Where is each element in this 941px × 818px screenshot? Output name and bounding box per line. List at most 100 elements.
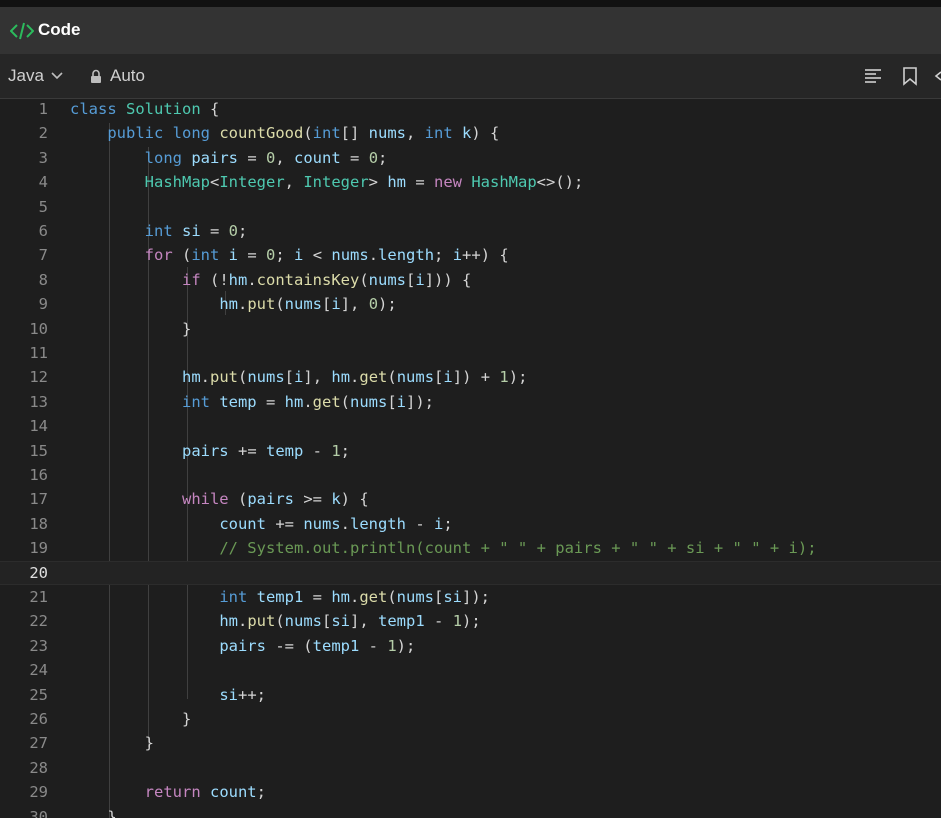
code-line[interactable]: 25 si++; xyxy=(0,683,941,707)
code-token: pairs xyxy=(247,490,294,509)
code-token: . xyxy=(368,246,379,265)
code-line[interactable]: 17 while (pairs >= k) { xyxy=(0,487,941,511)
code-line[interactable]: 6 int si = 0; xyxy=(0,219,941,243)
code-token: ) { xyxy=(340,490,369,509)
code-line[interactable]: 5 xyxy=(0,195,941,219)
code-text: int temp1 = hm.get(nums[si]); xyxy=(70,585,490,609)
code-line[interactable]: 16 xyxy=(0,463,941,487)
code-token: ], xyxy=(303,368,332,387)
language-select[interactable]: Java xyxy=(8,66,64,86)
line-number: 23 xyxy=(29,636,48,655)
code-line[interactable]: 23 pairs -= (temp1 - 1); xyxy=(0,634,941,658)
code-line[interactable]: 29 return count; xyxy=(0,780,941,804)
line-number: 7 xyxy=(38,246,48,265)
bookmark-icon[interactable] xyxy=(900,66,920,86)
code-token: = xyxy=(303,588,332,606)
code-token: = xyxy=(238,246,266,265)
code-token: k xyxy=(331,490,341,509)
code-line[interactable]: 7 for (int i = 0; i < nums.length; i++) … xyxy=(0,243,941,267)
line-number: 6 xyxy=(38,222,48,240)
code-token: . xyxy=(237,295,248,314)
code-token: ( xyxy=(275,612,285,631)
code-token: ); xyxy=(462,612,481,631)
code-line[interactable]: 15 pairs += temp - 1; xyxy=(0,439,941,463)
code-line[interactable]: 26 } xyxy=(0,707,941,731)
code-line[interactable]: 30 } xyxy=(0,805,941,818)
code-line[interactable]: 28 xyxy=(0,756,941,780)
line-number: 17 xyxy=(29,490,48,509)
code-token: += xyxy=(228,441,266,460)
code-editor[interactable]: 1 class Solution {2 public long countGood… xyxy=(0,99,941,818)
code-token: ); xyxy=(396,636,416,655)
code-line[interactable]: 19 // System.out.println(count + " " + p… xyxy=(0,536,941,560)
code-token: 1 xyxy=(452,612,463,631)
code-token: get xyxy=(312,392,341,411)
code-token: , xyxy=(275,148,295,167)
code-line[interactable]: 9 hm.put(nums[i], 0); xyxy=(0,292,941,316)
mode-label: Auto xyxy=(110,66,145,85)
code-token: [] xyxy=(340,124,369,143)
code-token: nums xyxy=(303,514,341,533)
code-line[interactable]: 13 int temp = hm.get(nums[i]); xyxy=(0,390,941,414)
code-token: ( xyxy=(387,368,397,387)
code-line[interactable]: 11 xyxy=(0,341,941,365)
line-number: 20 xyxy=(29,563,48,582)
code-token: i xyxy=(443,368,453,387)
code-token: count xyxy=(219,514,266,533)
code-line[interactable]: 4 HashMap<Integer, Integer> hm = new Has… xyxy=(0,170,941,194)
chevron-left-icon[interactable] xyxy=(933,66,941,86)
code-line[interactable]: 10 } xyxy=(0,317,941,341)
code-text: pairs -= (temp1 - 1); xyxy=(70,634,415,658)
code-token: ; xyxy=(275,246,295,265)
code-token: Integer xyxy=(219,173,285,192)
code-line[interactable]: 20 xyxy=(0,560,941,585)
line-number: 24 xyxy=(29,661,48,680)
code-token: . xyxy=(350,368,360,387)
lock-icon xyxy=(91,69,101,83)
code-token: ( xyxy=(340,392,350,411)
code-token: 0 xyxy=(368,295,379,314)
code-line[interactable]: 14 xyxy=(0,414,941,438)
code-text: int si = 0; xyxy=(70,219,248,243)
code-token: i xyxy=(452,246,463,265)
code-token: -= ( xyxy=(265,636,313,655)
code-line[interactable]: 8 if (!hm.containsKey(nums[i])) { xyxy=(0,268,941,292)
code-line[interactable]: 22 hm.put(nums[si], temp1 - 1); xyxy=(0,609,941,633)
code-line[interactable]: 18 count += nums.length - i; xyxy=(0,512,941,536)
code-token: length xyxy=(349,514,406,533)
auto-mode-indicator[interactable]: Auto xyxy=(90,66,145,86)
code-line[interactable]: 27 } xyxy=(0,731,941,755)
code-token: = xyxy=(256,392,285,411)
format-icon[interactable] xyxy=(863,66,883,86)
code-line[interactable]: 1 class Solution { xyxy=(0,99,941,121)
code-token: 1 xyxy=(331,441,341,460)
code-icon xyxy=(10,22,34,40)
code-token: new xyxy=(434,173,472,192)
code-token: get xyxy=(359,588,388,606)
code-line[interactable]: 2 public long countGood(int[] nums, int … xyxy=(0,121,941,145)
code-token: nums xyxy=(368,124,406,143)
code-line[interactable]: 3 long pairs = 0, count = 0; xyxy=(0,146,941,170)
window-top-edge xyxy=(0,0,941,7)
code-token: = xyxy=(406,173,434,192)
code-token: si xyxy=(443,588,463,606)
line-number: 21 xyxy=(29,588,48,606)
code-token: - xyxy=(405,514,434,533)
code-token: count xyxy=(294,148,341,167)
code-text: for (int i = 0; i < nums.length; i++) { xyxy=(70,243,509,267)
code-token: nums xyxy=(284,612,322,631)
code-token: put xyxy=(247,295,276,314)
code-line[interactable]: 12 hm.put(nums[i], hm.get(nums[i]) + 1); xyxy=(0,365,941,389)
code-text: while (pairs >= k) { xyxy=(70,487,369,511)
code-line[interactable]: 24 xyxy=(0,658,941,682)
line-number: 13 xyxy=(29,392,48,411)
line-number: 4 xyxy=(38,173,48,192)
code-line[interactable]: 21 int temp1 = hm.get(nums[si]); xyxy=(0,585,941,609)
code-token: ]); xyxy=(462,588,491,606)
